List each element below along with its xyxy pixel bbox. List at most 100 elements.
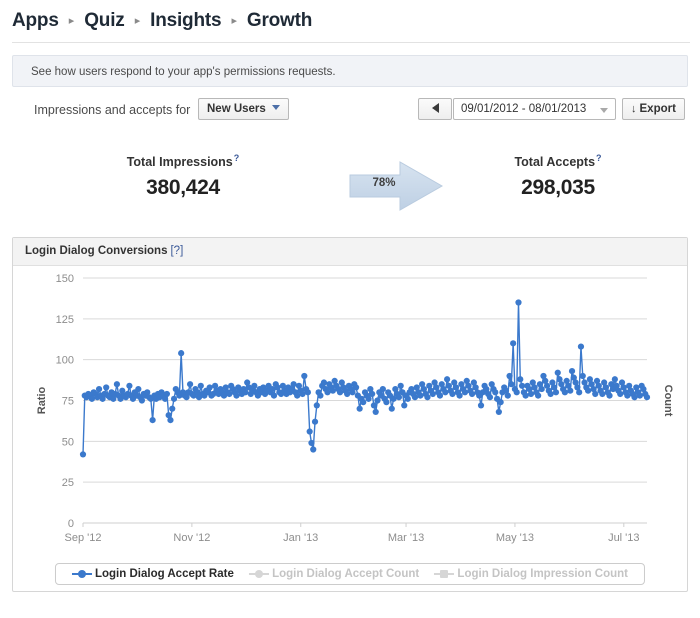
total-impressions-stat: Total Impressions? 380,424 [83,153,283,200]
conversion-arrow: 78% [348,159,444,213]
legend-item-accept-rate[interactable]: Login Dialog Accept Rate [71,568,234,580]
data-point [527,390,535,398]
x-axis-tick-label: Nov '12 [173,532,210,544]
total-impressions-label: Total Impressions? [126,153,240,170]
data-point [308,439,315,447]
data-point [388,405,395,412]
breadcrumb-separator-icon: ▸ [231,15,237,27]
chevron-down-icon [600,108,608,113]
legend-marker-square-icon [434,569,455,578]
data-point [444,376,451,383]
segment-dropdown[interactable]: New Users [198,98,289,120]
y-axis-tick-label: 50 [62,436,74,448]
export-button[interactable]: ↓ Export [622,98,685,120]
data-point [449,390,456,398]
legend-marker-circle-icon [71,569,92,578]
previous-period-button[interactable] [418,98,452,120]
data-point [372,408,379,416]
data-point [369,390,376,398]
help-icon[interactable]: ? [234,153,240,163]
data-point [169,405,176,412]
chart-panel-header: Login Dialog Conversions [?] [13,238,687,266]
impressions-filter-label: Impressions and accepts for [34,103,191,117]
data-point [468,390,476,398]
data-point [522,392,529,399]
data-point [149,417,156,424]
data-point [126,382,133,389]
data-point [270,392,278,399]
data-point [576,389,583,396]
legend-marker-circle-icon [249,569,270,578]
y-axis-tick-label: 100 [56,355,74,367]
download-icon: ↓ [631,103,637,115]
data-point [577,343,585,350]
chart-panel: Login Dialog Conversions [?] 0 25 50 75 100 12… [12,237,688,592]
data-point [599,390,606,398]
y-axis-tick-label: 0 [68,518,74,530]
data-point [417,392,424,399]
data-point [497,399,504,406]
data-point [404,395,411,402]
data-point [495,408,502,416]
data-point [79,451,87,458]
segment-dropdown-value: New Users [207,103,266,115]
data-point [103,384,110,391]
export-button-label: Export [639,103,676,115]
date-range-input[interactable]: 09/01/2012 - 08/01/2013 [453,98,616,120]
y2-axis-title: Count [662,385,674,417]
data-point [170,395,178,402]
data-point [547,390,554,398]
conversions-chart[interactable]: 0 25 50 75 100 125 150 Sep '12 Nov '12 Jan '13 Mar… [13,266,687,591]
data-point [320,379,328,386]
data-point [561,389,569,396]
data-point [568,368,576,375]
data-point [592,390,599,398]
legend-label: Login Dialog Accept Rate [94,568,234,580]
chevron-down-icon [271,105,280,110]
chart-help-link[interactable]: [?] [170,245,183,257]
data-point [167,417,174,424]
header-divider [12,42,690,43]
legend-item-impression-count[interactable]: Login Dialog Impression Count [434,568,628,580]
controls-bar: Impressions and accepts for New Users 09… [12,97,688,131]
data-point [206,384,213,391]
data-point [290,381,297,388]
y-axis-title: Ratio [36,386,48,414]
y-axis-tick-label: 150 [56,273,74,285]
y-axis-tick-label: 25 [62,477,74,489]
data-point [301,372,308,380]
data-point [178,350,185,357]
breadcrumb-item-growth[interactable]: Growth [247,10,312,31]
triangle-left-icon [431,103,439,113]
data-point [552,389,560,396]
data-point [379,385,386,393]
total-accepts-value: 298,035 [521,176,595,200]
chart-legend: Login Dialog Accept Rate Login Dialog Ac… [54,563,646,585]
help-icon[interactable]: ? [596,153,602,163]
data-point [186,381,194,388]
data-point [535,392,542,399]
data-point [611,376,618,383]
chart-title: Login Dialog Conversions [25,245,168,257]
summary-stats: Total Impressions? 380,424 78% Total Acc… [0,147,700,225]
data-point [397,382,404,389]
legend-item-accept-count[interactable]: Login Dialog Accept Count [249,568,419,580]
data-point [401,402,408,409]
data-point [517,376,524,383]
data-point [383,399,390,406]
data-point [579,372,586,380]
total-impressions-value: 380,424 [146,176,220,200]
data-point [486,394,494,401]
data-point [310,446,317,453]
data-point [135,385,142,393]
breadcrumb-item-insights[interactable]: Insights [150,10,221,31]
chart-body: 0 25 50 75 100 125 150 Sep '12 Nov '12 Jan '13 Mar… [13,266,687,591]
x-axis-tick-label: Mar '13 [388,532,424,544]
breadcrumb-item-apps[interactable]: Apps [12,10,59,31]
data-point [643,394,651,401]
x-axis-tick-label: Jul '13 [608,532,639,544]
data-point [311,418,319,425]
breadcrumb-separator-icon: ▸ [134,15,141,27]
data-point [442,389,449,396]
breadcrumb-item-quiz[interactable]: Quiz [84,10,125,31]
